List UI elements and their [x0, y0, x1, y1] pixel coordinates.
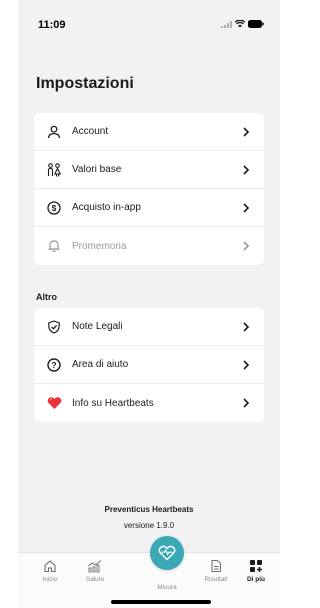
chevron-right-icon	[243, 164, 250, 175]
settings-group: Account Valori base $ Acquisto in-app Pr…	[34, 113, 264, 265]
tab-health[interactable]: Salute	[75, 559, 115, 583]
wifi-icon	[235, 20, 245, 28]
tab-measure[interactable]: Misura	[147, 581, 187, 591]
settings-item-legal-notes[interactable]: Note Legali	[34, 308, 264, 346]
settings-item-in-app-purchase[interactable]: $ Acquisto in-app	[34, 189, 264, 227]
tab-label: Inizio	[42, 576, 58, 583]
app-version: versione 1.9.0	[123, 521, 175, 530]
dollar-icon: $	[46, 200, 62, 216]
chevron-right-icon	[243, 241, 250, 251]
signal-icon	[221, 20, 232, 28]
chart-icon	[88, 560, 102, 573]
chevron-right-icon	[243, 398, 250, 408]
page-title: Impostazioni	[36, 75, 134, 92]
settings-item-account[interactable]: Account	[34, 113, 264, 151]
settings-item-label: Area di aiuto	[72, 359, 129, 370]
chevron-right-icon	[243, 321, 250, 332]
settings-item-label: Acquisto in-app	[72, 202, 141, 213]
settings-item-label: Valori base	[72, 164, 122, 175]
heart-pulse-icon	[158, 545, 176, 561]
status-bar: 11:09	[18, 0, 280, 44]
status-time: 11:09	[38, 19, 66, 31]
settings-item-about-heartbeats[interactable]: Info su Heartbeats	[34, 384, 264, 422]
home-icon	[44, 560, 56, 573]
other-group: Note Legali ? Area di aiuto Info su Hear…	[34, 308, 264, 422]
tab-label: Risultati	[204, 576, 228, 583]
settings-item-label: Account	[72, 126, 109, 137]
settings-item-reminder[interactable]: Promemoria	[34, 227, 264, 265]
people-icon	[46, 162, 62, 178]
app-name: Preventicus Heartbeats	[104, 505, 194, 514]
settings-item-help-area[interactable]: ? Area di aiuto	[34, 346, 264, 384]
question-icon: ?	[46, 357, 62, 373]
chevron-right-icon	[243, 359, 250, 370]
bell-icon	[46, 238, 62, 254]
grid-plus-icon	[250, 560, 262, 572]
settings-item-label: Info su Heartbeats	[72, 397, 154, 409]
chevron-right-icon	[243, 202, 250, 213]
settings-item-label: Note Legali	[72, 321, 123, 332]
battery-icon	[248, 20, 264, 28]
document-icon	[211, 560, 221, 572]
svg-text:$: $	[52, 203, 57, 213]
settings-item-label: Promemoria	[72, 240, 127, 252]
home-indicator	[111, 600, 211, 604]
svg-text:?: ?	[51, 360, 56, 370]
chevron-right-icon	[243, 126, 250, 137]
tab-results[interactable]: Risultati	[196, 559, 236, 583]
settings-item-base-values[interactable]: Valori base	[34, 151, 264, 189]
status-icons	[221, 20, 264, 28]
measure-button[interactable]	[150, 536, 184, 570]
tab-label: Misura	[157, 584, 177, 591]
shield-check-icon	[46, 319, 62, 335]
settings-screen: 11:09 Impostazioni Account Valori base $…	[18, 0, 280, 608]
tab-label: Di più	[246, 576, 266, 583]
tab-label: Salute	[85, 576, 105, 583]
tab-more[interactable]: Di più	[236, 559, 276, 583]
heart-icon	[46, 395, 62, 411]
section-header-other: Altro	[36, 292, 57, 302]
tab-home[interactable]: Inizio	[30, 559, 70, 583]
user-icon	[46, 124, 62, 140]
